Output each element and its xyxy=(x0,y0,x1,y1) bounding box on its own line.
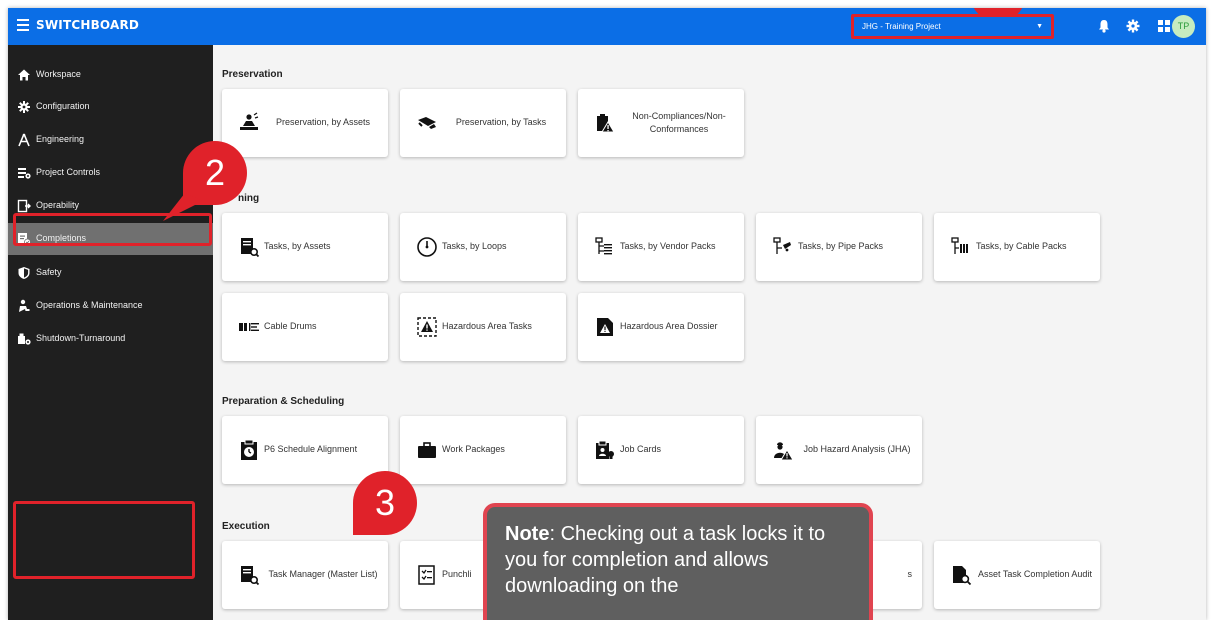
card-label: Preservation, by Tasks xyxy=(455,117,547,128)
project-select[interactable]: JHG - Training Project ▼ xyxy=(851,14,1054,39)
turnaround-icon xyxy=(18,333,31,345)
card-label: Work Packages xyxy=(442,444,505,455)
sidebar-item-safety[interactable]: Safety xyxy=(8,257,213,289)
pipe-tree-icon xyxy=(773,237,791,254)
card-label: Job Cards xyxy=(620,444,662,455)
card-tasks-by-vendor-packs[interactable]: Tasks, by Vendor Packs xyxy=(578,213,744,281)
cable-drum-icon xyxy=(239,323,259,331)
section-title-preparation: Preparation & Scheduling xyxy=(222,396,345,407)
gear-icon[interactable] xyxy=(1125,18,1141,34)
card-tasks-by-cable-packs[interactable]: Tasks, by Cable Packs xyxy=(934,213,1100,281)
note-callout: Note: Checking out a task locks it to yo… xyxy=(483,503,873,620)
card-label: Cable Drums xyxy=(264,321,317,332)
compass-icon xyxy=(18,133,30,147)
card-tasks-by-assets[interactable]: Tasks, by Assets xyxy=(222,213,388,281)
card-label: Hazardous Area Dossier xyxy=(620,321,718,332)
card-label: Tasks, by Loops xyxy=(442,241,507,252)
card-label: P6 Schedule Alignment xyxy=(264,444,358,455)
card-label: Asset Task Completion Audit xyxy=(978,569,1092,580)
section-title-execution: Execution xyxy=(222,521,270,532)
non-compliance-icon xyxy=(597,114,615,133)
card-label: Tasks, by Assets xyxy=(264,241,331,252)
card-work-packages[interactable]: Work Packages xyxy=(400,416,566,484)
preservation-assets-icon xyxy=(240,112,259,130)
home-icon xyxy=(18,69,30,81)
card-label: Job Hazard Analysis (JHA) xyxy=(803,444,911,455)
card-cable-drums[interactable]: Cable Drums xyxy=(222,293,388,361)
sidebar-item-label: Operability xyxy=(36,200,80,210)
task-manager-highlight xyxy=(13,501,195,579)
card-preservation-by-assets[interactable]: Preservation, by Assets xyxy=(222,89,388,157)
sidebar-item-label: Shutdown-Turnaround xyxy=(36,333,126,343)
vendor-tree-icon xyxy=(595,237,612,255)
operability-icon xyxy=(17,199,31,213)
project-select-value: JHG - Training Project xyxy=(862,22,941,31)
note-text: : Checking out a task locks it to you fo… xyxy=(505,523,826,597)
cable-tree-icon xyxy=(951,237,968,254)
card-p6-schedule-alignment[interactable]: P6 Schedule Alignment xyxy=(222,416,388,484)
callout-pointer-2 xyxy=(163,193,203,221)
card-label: Hazardous Area Tasks xyxy=(442,321,532,332)
chevron-down-icon: ▼ xyxy=(1036,23,1043,30)
sidebar-item-label: Engineering xyxy=(36,134,85,144)
apps-grid-icon[interactable] xyxy=(1156,18,1172,34)
document-search-icon xyxy=(241,238,260,258)
note-label: Note xyxy=(505,523,550,545)
section-title-preservation: Preservation xyxy=(222,69,283,80)
hazard-area-icon xyxy=(417,317,437,337)
document-search-icon xyxy=(241,566,260,586)
card-tasks-by-loops[interactable]: Tasks, by Loops xyxy=(400,213,566,281)
card-asset-task-completion-audit[interactable]: Asset Task Completion Audit xyxy=(934,541,1100,609)
sidebar-item-label: Workspace xyxy=(36,69,81,79)
shield-icon xyxy=(18,267,30,279)
checklist-icon xyxy=(418,565,435,585)
sidebar-item-configuration[interactable]: Configuration xyxy=(8,91,213,123)
sidebar-item-label: Configuration xyxy=(36,101,90,111)
card-label: Tasks, by Vendor Packs xyxy=(620,241,716,252)
sidebar-item-label: Safety xyxy=(36,267,62,277)
top-bar: SWITCHBOARD JHG - Training Project ▼ TP xyxy=(8,8,1206,45)
card-hazardous-area-dossier[interactable]: Hazardous Area Dossier xyxy=(578,293,744,361)
sidebar-item-label: Operations & Maintenance xyxy=(36,300,143,310)
audit-icon xyxy=(953,566,972,586)
maintenance-icon xyxy=(19,299,30,312)
sidebar-item-shutdown-turnaround[interactable]: Shutdown-Turnaround xyxy=(8,323,213,355)
card-label: Tasks, by Cable Packs xyxy=(976,241,1067,252)
schedule-clipboard-icon xyxy=(241,439,257,460)
card-label: Task Manager (Master List) xyxy=(268,569,378,580)
menu-icon[interactable] xyxy=(17,19,29,31)
preservation-tasks-icon xyxy=(418,117,436,129)
app-window: SWITCHBOARD JHG - Training Project ▼ TP … xyxy=(8,8,1206,620)
card-tasks-by-pipe-packs[interactable]: Tasks, by Pipe Packs xyxy=(756,213,922,281)
controls-icon xyxy=(18,168,31,179)
briefcase-icon xyxy=(418,442,436,458)
gauge-icon xyxy=(417,237,437,257)
sidebar-item-operations-maintenance[interactable]: Operations & Maintenance xyxy=(8,290,213,322)
card-label: Tasks, by Pipe Packs xyxy=(798,241,884,252)
gear-icon xyxy=(18,101,30,113)
card-preservation-by-tasks[interactable]: Preservation, by Tasks xyxy=(400,89,566,157)
worker-hazard-icon xyxy=(774,442,794,461)
app-title: SWITCHBOARD xyxy=(36,18,140,32)
card-label: Preservation, by Assets xyxy=(275,117,371,128)
sidebar-item-engineering[interactable]: Engineering xyxy=(8,124,213,156)
card-hazardous-area-tasks[interactable]: Hazardous Area Tasks xyxy=(400,293,566,361)
bell-icon[interactable] xyxy=(1096,18,1112,34)
card-task-manager-master-list[interactable]: Task Manager (Master List) xyxy=(222,541,388,609)
card-label: Non-Compliances/Non-Conformances xyxy=(632,110,726,134)
card-job-cards[interactable]: Job Cards xyxy=(578,416,744,484)
hazard-dossier-icon xyxy=(597,318,613,336)
callout-badge-3: 3 xyxy=(353,471,417,535)
card-job-hazard-analysis[interactable]: Job Hazard Analysis (JHA) xyxy=(756,416,922,484)
sidebar-item-label: Project Controls xyxy=(36,167,101,177)
card-non-compliances[interactable]: Non-Compliances/Non-Conformances xyxy=(578,89,744,157)
section-title-testing: ning xyxy=(238,193,260,204)
avatar[interactable]: TP xyxy=(1172,15,1195,38)
sidebar-item-workspace[interactable]: Workspace xyxy=(8,59,213,91)
job-card-icon xyxy=(596,440,614,459)
